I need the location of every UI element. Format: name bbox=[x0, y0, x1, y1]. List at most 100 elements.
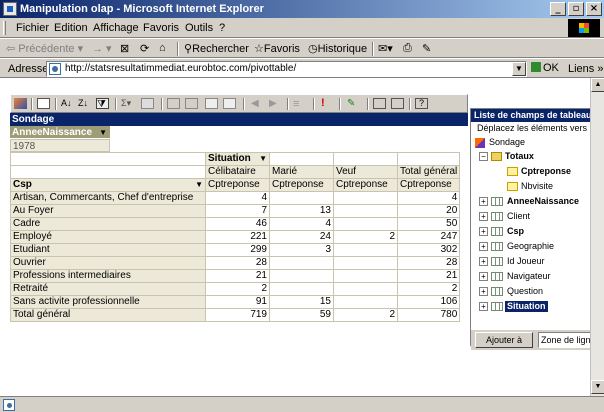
alert-icon[interactable]: ! bbox=[321, 98, 334, 109]
column-field-situation[interactable]: Situation ▼ bbox=[205, 152, 270, 166]
field-cptreponse[interactable]: Cptreponse bbox=[521, 166, 571, 177]
minimize-button[interactable]: _ bbox=[550, 2, 566, 16]
move-left-icon[interactable]: ◀ bbox=[251, 98, 264, 109]
autofilter-icon[interactable]: ⧩ bbox=[96, 98, 109, 110]
dropdown-arrow-icon[interactable]: ▼ bbox=[99, 126, 107, 139]
field-totaux[interactable]: Totaux bbox=[505, 151, 534, 162]
field-navigateur[interactable]: Navigateur bbox=[507, 271, 551, 282]
menu-fichier[interactable]: Fichier bbox=[16, 22, 49, 34]
refresh-data-icon[interactable]: ≡ bbox=[293, 98, 306, 110]
table-row: Ouvrier 28 28 bbox=[10, 256, 461, 270]
expand-icon[interactable]: + bbox=[479, 287, 488, 296]
page-field-annee[interactable]: AnneeNaissance ▼ bbox=[10, 126, 110, 139]
row-label[interactable]: Ouvrier bbox=[10, 256, 206, 270]
menu-affichage[interactable]: Affichage bbox=[93, 22, 139, 34]
scroll-down-icon[interactable]: ▼ bbox=[591, 380, 604, 394]
row-label[interactable]: Etudiant bbox=[10, 243, 206, 257]
column-header[interactable]: Marié bbox=[269, 165, 334, 179]
field-nbvisite[interactable]: Nbvisite bbox=[521, 181, 553, 192]
field-question[interactable]: Question bbox=[507, 286, 543, 297]
page-status-icon bbox=[3, 399, 15, 411]
address-input[interactable]: http://statsresultatimmediat.eurobtoc.co… bbox=[46, 61, 527, 77]
help-icon[interactable]: ? bbox=[415, 98, 428, 109]
cell-value: 13 bbox=[269, 204, 334, 218]
move-right-icon[interactable]: ▶ bbox=[269, 98, 282, 109]
properties-icon[interactable] bbox=[391, 98, 404, 109]
menu-favoris[interactable]: Favoris bbox=[143, 22, 179, 34]
expand-icon[interactable]: + bbox=[479, 257, 488, 266]
expand-icon[interactable]: + bbox=[479, 197, 488, 206]
forward-button[interactable]: → ▾ bbox=[92, 42, 112, 55]
dimension-icon bbox=[491, 287, 503, 296]
maximize-button[interactable]: ▫ bbox=[568, 2, 584, 16]
total-value: 719 bbox=[205, 308, 270, 322]
sort-ascending-icon[interactable]: A↓ bbox=[61, 98, 74, 109]
stop-icon[interactable]: ⊠ bbox=[120, 42, 129, 55]
office-logo-icon[interactable] bbox=[14, 98, 27, 109]
expand-icon[interactable]: + bbox=[479, 272, 488, 281]
field-root-sondage[interactable]: Sondage bbox=[489, 137, 525, 148]
subtotal-icon[interactable] bbox=[141, 98, 154, 109]
scroll-up-icon[interactable]: ▲ bbox=[591, 78, 604, 92]
zone-select[interactable]: Zone de lignes bbox=[538, 332, 590, 348]
back-button[interactable]: ⇦ Précédente ▾ bbox=[6, 42, 83, 55]
export-icon[interactable]: ✎ bbox=[347, 98, 360, 109]
menu-outils[interactable]: Outils bbox=[185, 22, 213, 34]
close-button[interactable]: × bbox=[586, 2, 602, 16]
dropdown-arrow-icon[interactable]: ▼ bbox=[259, 153, 267, 165]
refresh-icon[interactable]: ⟳ bbox=[140, 42, 149, 55]
menu-help[interactable]: ? bbox=[219, 22, 225, 34]
total-row: Total général 719 59 2 780 bbox=[10, 308, 461, 322]
sort-descending-icon[interactable]: Z↓ bbox=[78, 98, 91, 109]
cell-value: 28 bbox=[205, 256, 270, 270]
add-to-button[interactable]: Ajouter à bbox=[475, 332, 533, 348]
field-client[interactable]: Client bbox=[507, 211, 530, 222]
collapse-icon[interactable] bbox=[185, 98, 198, 109]
print-icon[interactable]: ⎙ bbox=[403, 42, 412, 55]
row-label[interactable]: Artisan, Commercants, Chef d'entreprise bbox=[10, 191, 206, 205]
field-id-joueur[interactable]: Id Joueur bbox=[507, 256, 545, 267]
field-anneenaissance[interactable]: AnneeNaissance bbox=[507, 196, 579, 207]
field-situation[interactable]: Situation bbox=[505, 301, 548, 312]
dropdown-arrow-icon[interactable]: ▼ bbox=[195, 179, 203, 191]
address-dropdown-icon[interactable]: ▼ bbox=[512, 62, 526, 76]
mail-icon[interactable]: ✉▾ bbox=[378, 42, 393, 55]
expand-icon[interactable]: + bbox=[479, 302, 488, 311]
column-header[interactable]: Veuf bbox=[333, 165, 398, 179]
dimension-icon bbox=[491, 242, 503, 251]
show-details-icon[interactable] bbox=[205, 98, 218, 109]
field-geographie[interactable]: Geographie bbox=[507, 241, 554, 252]
measure-header: Cptreponse bbox=[396, 178, 461, 192]
menu-edition[interactable]: Edition bbox=[54, 22, 88, 34]
copy-icon[interactable] bbox=[37, 98, 50, 109]
expand-icon[interactable]: + bbox=[479, 227, 488, 236]
edit-icon[interactable]: ✎ bbox=[422, 42, 431, 55]
expand-icon[interactable] bbox=[167, 98, 180, 109]
history-button[interactable]: ◷Historique bbox=[308, 42, 367, 55]
favorites-button[interactable]: ☆Favoris bbox=[254, 42, 300, 55]
grip-handle[interactable] bbox=[3, 21, 6, 35]
go-button[interactable]: OK bbox=[531, 62, 559, 74]
autosum-icon[interactable]: Σ▾ bbox=[121, 98, 134, 109]
field-list-icon[interactable] bbox=[373, 98, 386, 109]
hide-details-icon[interactable] bbox=[223, 98, 236, 109]
links-button[interactable]: Liens » bbox=[568, 63, 603, 75]
row-label[interactable]: Cadre bbox=[10, 217, 206, 231]
search-button[interactable]: ⚲Rechercher bbox=[184, 42, 249, 55]
column-header[interactable]: Célibataire bbox=[205, 165, 270, 179]
expand-icon[interactable]: + bbox=[479, 242, 488, 251]
field-csp[interactable]: Csp bbox=[507, 226, 524, 237]
row-label[interactable]: Au Foyer bbox=[10, 204, 206, 218]
row-field-csp[interactable]: Csp ▼ bbox=[10, 178, 206, 192]
address-label: Adresse bbox=[8, 63, 49, 75]
row-label[interactable]: Retraité bbox=[10, 282, 206, 296]
row-label[interactable]: Employé bbox=[10, 230, 206, 244]
row-label[interactable]: Sans activite professionnelle bbox=[10, 295, 206, 309]
vertical-scrollbar[interactable]: ▲ ▼ bbox=[590, 78, 604, 396]
row-label[interactable]: Professions intermediaires bbox=[10, 269, 206, 283]
cell-value: 221 bbox=[205, 230, 270, 244]
expand-icon[interactable]: + bbox=[479, 212, 488, 221]
home-icon[interactable]: ⌂ bbox=[159, 42, 166, 54]
cell-value bbox=[333, 217, 398, 231]
collapse-icon[interactable]: − bbox=[479, 152, 488, 161]
